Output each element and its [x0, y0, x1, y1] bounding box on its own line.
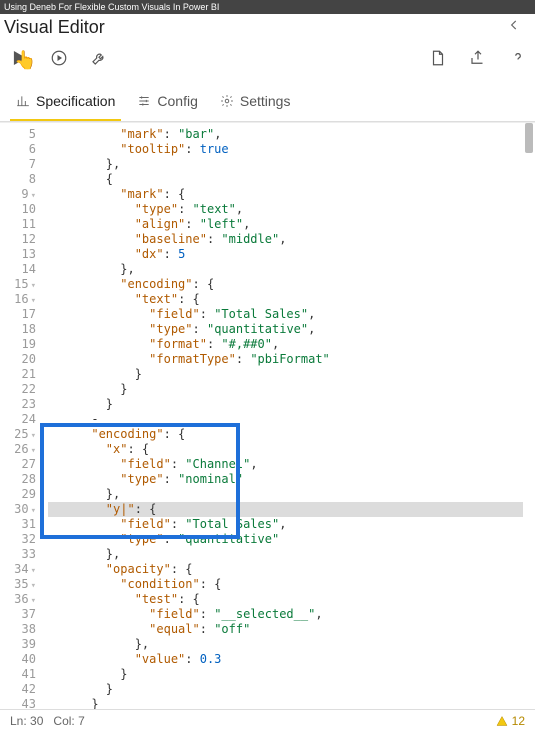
- export-button[interactable]: [467, 47, 489, 69]
- auto-apply-button[interactable]: [48, 47, 70, 69]
- help-button[interactable]: [507, 47, 529, 69]
- repair-button[interactable]: [88, 47, 110, 69]
- collapse-panel-button[interactable]: [501, 16, 527, 39]
- chart-icon: [16, 94, 30, 108]
- tab-specification[interactable]: Specification: [10, 85, 121, 121]
- code-editor[interactable]: 56789▾101112131415▾16▾171819202122232425…: [0, 122, 535, 709]
- play-circle-icon: [50, 49, 68, 67]
- toolbar: [0, 45, 535, 79]
- editor-tabs: Specification Config Settings: [0, 85, 535, 122]
- status-bar: Ln: 30 Col: 7 12: [0, 709, 535, 732]
- scroll-thumb[interactable]: [525, 123, 533, 153]
- question-icon: [509, 49, 527, 67]
- tab-specification-label: Specification: [36, 93, 115, 109]
- editor-scrollbar[interactable]: [525, 123, 533, 709]
- run-button[interactable]: [8, 47, 30, 69]
- tab-config-label: Config: [157, 93, 197, 109]
- warnings-count: 12: [512, 714, 525, 728]
- warnings-indicator[interactable]: 12: [496, 714, 525, 728]
- banner-text: Using Deneb For Flexible Custom Visuals …: [4, 2, 219, 12]
- panel-header: Visual Editor: [0, 14, 535, 45]
- tab-config[interactable]: Config: [131, 85, 203, 121]
- warning-icon: [496, 715, 508, 727]
- tab-settings[interactable]: Settings: [214, 85, 297, 121]
- panel-title: Visual Editor: [4, 17, 105, 38]
- gear-icon: [220, 94, 234, 108]
- tab-settings-label: Settings: [240, 93, 291, 109]
- page-banner: Using Deneb For Flexible Custom Visuals …: [0, 0, 535, 14]
- new-spec-button[interactable]: [427, 47, 449, 69]
- wrench-icon: [90, 49, 108, 67]
- code-content[interactable]: "mark": "bar", "tooltip": true }, { "mar…: [48, 127, 523, 709]
- cursor-position: Ln: 30 Col: 7: [10, 714, 85, 728]
- sliders-icon: [137, 94, 151, 108]
- play-icon: [10, 49, 28, 67]
- share-icon: [469, 49, 487, 67]
- chevron-left-icon: [507, 18, 521, 32]
- file-icon: [429, 49, 447, 67]
- line-gutter: 56789▾101112131415▾16▾171819202122232425…: [0, 123, 44, 709]
